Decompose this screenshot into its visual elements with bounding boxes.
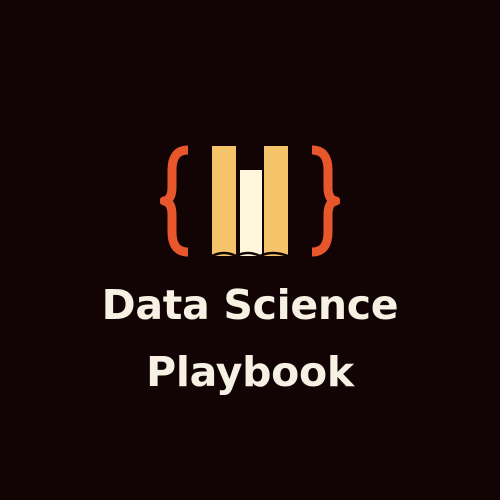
brand-name-line-2: Playbook [146, 348, 354, 396]
brand-name-line-1: Data Science [101, 281, 399, 329]
code-braces-book-icon [160, 145, 340, 258]
book-stack-icon [211, 146, 289, 258]
left-brace-icon [160, 145, 189, 257]
book-right-spine [264, 146, 288, 256]
right-brace-icon [311, 145, 340, 257]
book-left-spine [212, 146, 236, 256]
logo-canvas: Data Science Playbook [0, 0, 500, 500]
book-middle-spine [240, 170, 262, 256]
